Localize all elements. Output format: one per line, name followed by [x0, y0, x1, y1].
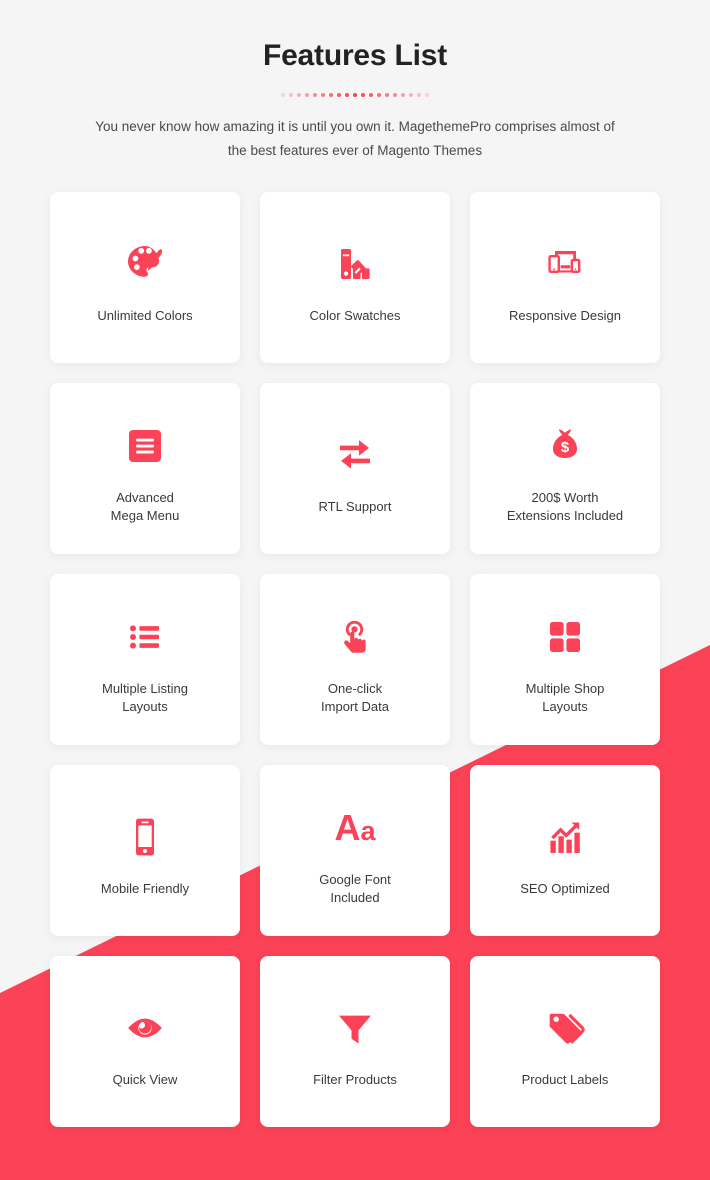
exchange-arrows-icon	[332, 418, 378, 492]
feature-card[interactable]: Filter Products	[260, 956, 450, 1127]
feature-card-label: 200$ Worth Extensions Included	[507, 489, 623, 524]
features-page: Features List You never know how amazing…	[0, 0, 710, 1180]
feature-card-label: Multiple Listing Layouts	[102, 680, 188, 715]
feature-card[interactable]: One-click Import Data	[260, 574, 450, 745]
palette-icon	[122, 227, 168, 301]
bullet-list-icon	[122, 600, 168, 674]
feature-card[interactable]: RTL Support	[260, 383, 450, 554]
divider-dot	[281, 93, 285, 97]
feature-card[interactable]: Product Labels	[470, 956, 660, 1127]
feature-card-label: Product Labels	[522, 1071, 609, 1089]
divider-dot	[297, 93, 301, 97]
page-title: Features List	[50, 38, 660, 74]
feature-card[interactable]: Color Swatches	[260, 192, 450, 363]
smartphone-icon	[122, 800, 168, 874]
feature-card[interactable]: Mobile Friendly	[50, 765, 240, 936]
hamburger-menu-icon	[122, 409, 168, 483]
divider-dot	[385, 93, 389, 97]
feature-card[interactable]: SEO Optimized	[470, 765, 660, 936]
tap-hand-icon	[332, 600, 378, 674]
feature-card-label: RTL Support	[319, 498, 392, 516]
feature-card[interactable]: $200$ Worth Extensions Included	[470, 383, 660, 554]
feature-card[interactable]: Responsive Design	[470, 192, 660, 363]
feature-card-label: Filter Products	[313, 1071, 397, 1089]
color-swatches-icon	[332, 227, 378, 301]
feature-card[interactable]: Quick View	[50, 956, 240, 1127]
page-subtitle: You never know how amazing it is until y…	[85, 115, 625, 162]
divider-dot	[401, 93, 405, 97]
divider-dot	[353, 93, 357, 97]
feature-card-label: Google Font Included	[319, 871, 391, 906]
page-header: Features List You never know how amazing…	[50, 0, 660, 162]
feature-card[interactable]: Advanced Mega Menu	[50, 383, 240, 554]
money-bag-icon: $	[542, 409, 588, 483]
divider-dot	[417, 93, 421, 97]
feature-card-label: One-click Import Data	[321, 680, 389, 715]
feature-card-label: Color Swatches	[309, 307, 400, 325]
divider-dot	[369, 93, 373, 97]
price-tags-icon	[542, 991, 588, 1065]
grid-squares-icon	[542, 600, 588, 674]
feature-card-label: SEO Optimized	[520, 880, 610, 898]
title-divider-dots	[50, 91, 660, 99]
divider-dot	[313, 93, 317, 97]
divider-dot	[377, 93, 381, 97]
eye-icon	[122, 991, 168, 1065]
feature-card-label: Advanced Mega Menu	[111, 489, 180, 524]
feature-card-label: Mobile Friendly	[101, 880, 189, 898]
responsive-devices-icon	[542, 227, 588, 301]
feature-card-label: Multiple Shop Layouts	[526, 680, 605, 715]
features-grid: Unlimited Colors Color Swatches Responsive…	[50, 192, 660, 1167]
feature-card[interactable]: Aa Google Font Included	[260, 765, 450, 936]
growth-chart-icon	[542, 800, 588, 874]
divider-dot	[305, 93, 309, 97]
divider-dot	[289, 93, 293, 97]
divider-dot	[425, 93, 429, 97]
feature-card[interactable]: Multiple Listing Layouts	[50, 574, 240, 745]
feature-card[interactable]: Multiple Shop Layouts	[470, 574, 660, 745]
svg-text:$: $	[561, 439, 570, 456]
feature-card[interactable]: Unlimited Colors	[50, 192, 240, 363]
feature-card-label: Unlimited Colors	[97, 307, 192, 325]
divider-dot	[393, 93, 397, 97]
divider-dot	[361, 93, 365, 97]
divider-dot	[321, 93, 325, 97]
divider-dot	[329, 93, 333, 97]
feature-card-label: Quick View	[113, 1071, 178, 1089]
divider-dot	[409, 93, 413, 97]
feature-card-label: Responsive Design	[509, 307, 621, 325]
divider-dot	[337, 93, 341, 97]
divider-dot	[345, 93, 349, 97]
funnel-filter-icon	[332, 991, 378, 1065]
aa-typography-icon: Aa	[334, 791, 375, 865]
